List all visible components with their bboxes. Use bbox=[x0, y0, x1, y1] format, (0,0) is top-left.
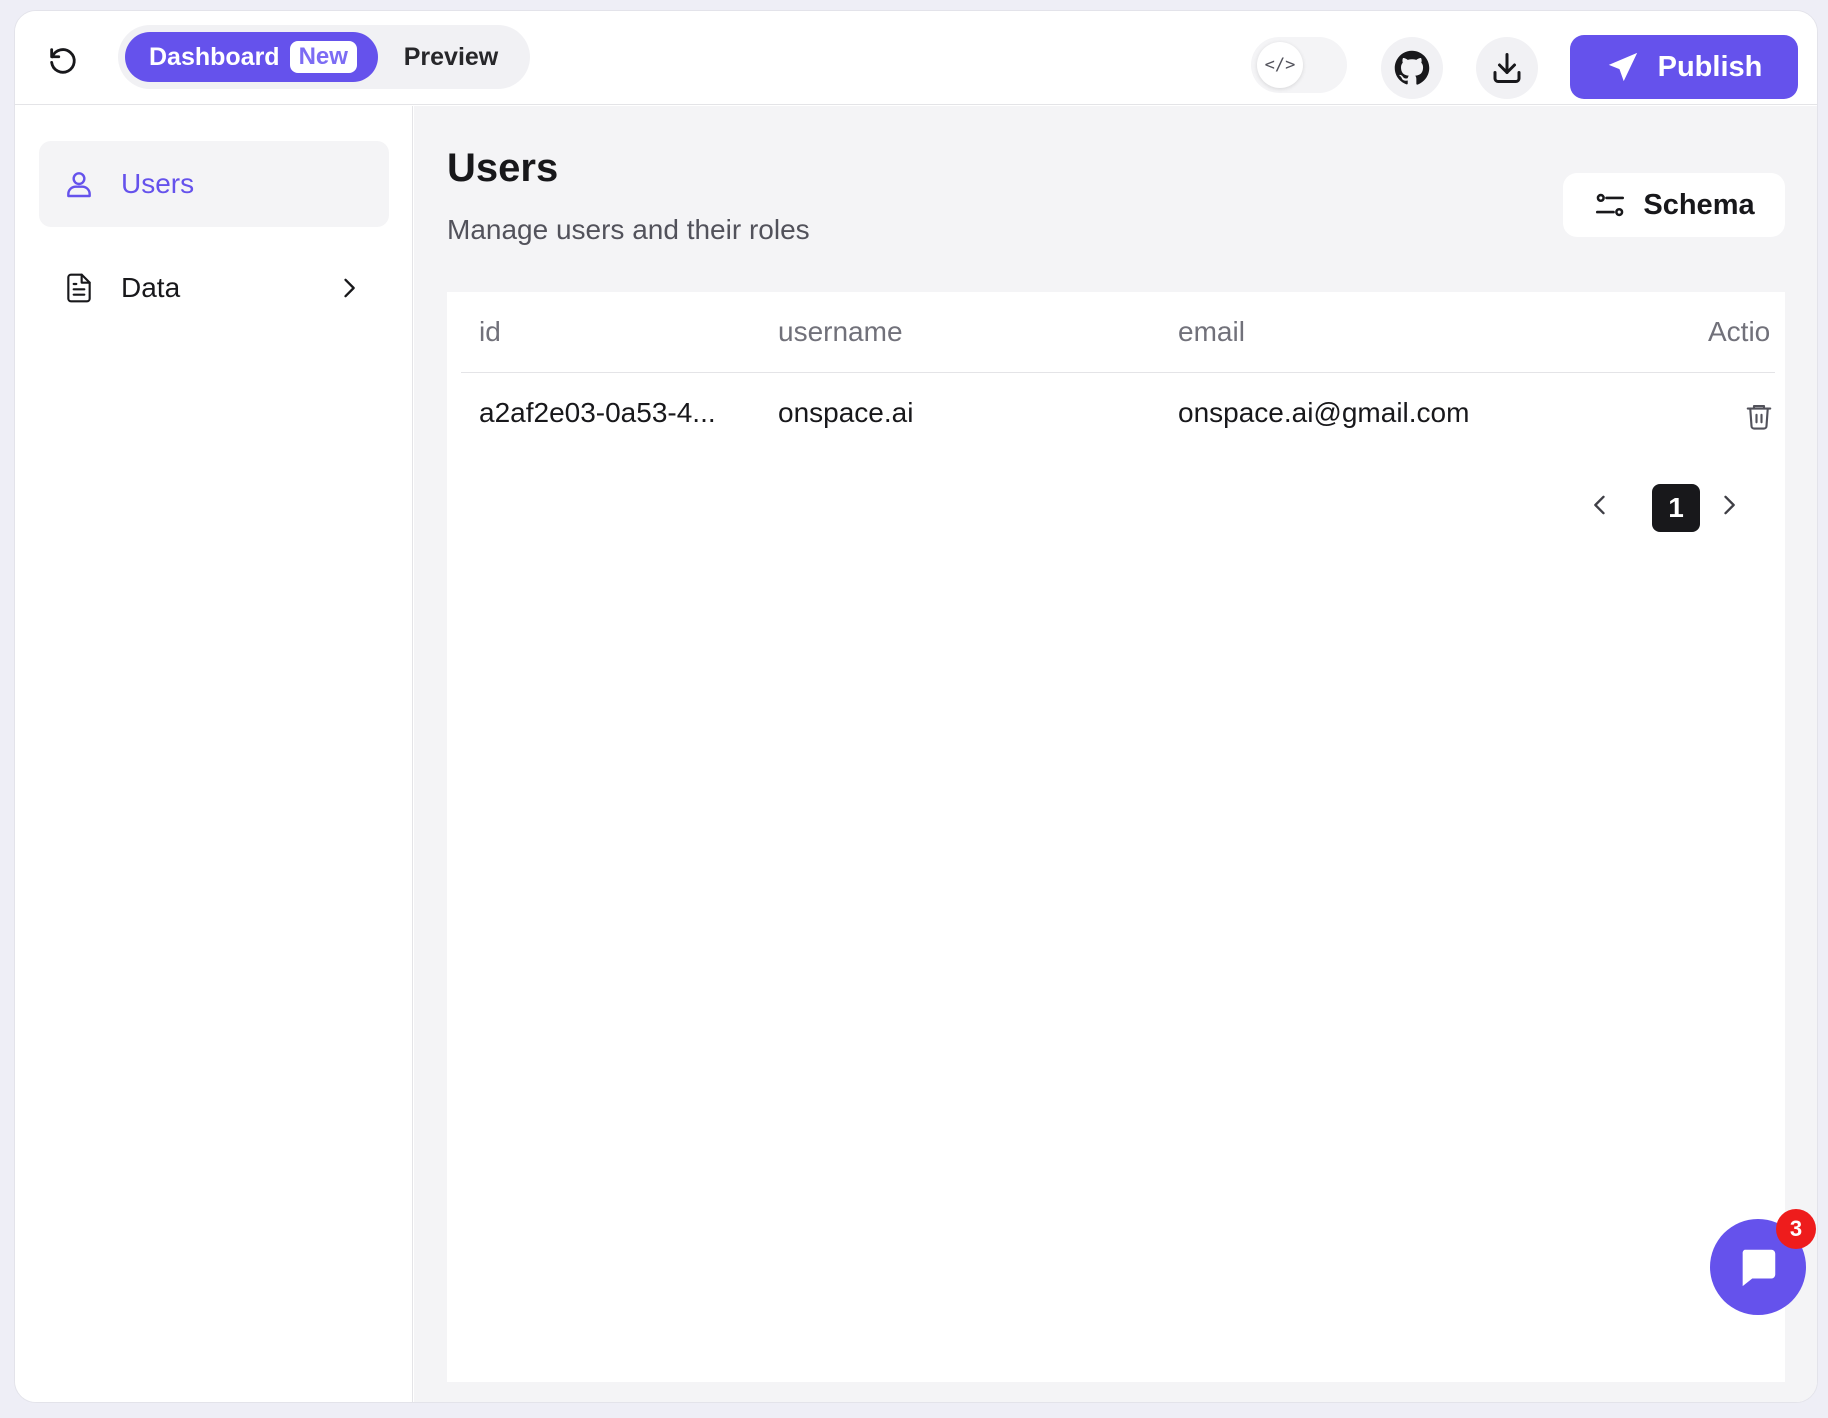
sidebar-item-label: Data bbox=[121, 272, 181, 303]
chevron-right-icon bbox=[344, 278, 355, 298]
app-window: Dashboard New Preview </> Publish Users … bbox=[14, 10, 1818, 1403]
document-icon bbox=[67, 273, 91, 303]
chevron-right-icon bbox=[1724, 495, 1735, 515]
chevron-left-icon bbox=[1594, 495, 1605, 515]
column-header-username[interactable]: username bbox=[778, 316, 903, 348]
page-subtitle: Manage users and their roles bbox=[447, 214, 810, 245]
user-icon bbox=[67, 172, 91, 198]
chat-bubble-icon bbox=[1742, 1249, 1776, 1287]
publish-button[interactable]: Publish bbox=[1570, 35, 1798, 99]
column-header-email[interactable]: email bbox=[1178, 316, 1245, 348]
preview-tab[interactable]: Preview bbox=[378, 32, 524, 82]
column-header-actions: Actio bbox=[1708, 316, 1771, 347]
refresh-icon bbox=[50, 48, 76, 74]
users-table: id username email Actio a2af2e03-0a53-4.… bbox=[447, 292, 1785, 1382]
download-icon bbox=[1493, 53, 1521, 83]
github-icon bbox=[1394, 50, 1430, 85]
schema-label: Schema bbox=[1643, 188, 1755, 221]
publish-label: Publish bbox=[1657, 50, 1763, 83]
sidebar: Users Data bbox=[15, 106, 413, 1402]
github-button[interactable] bbox=[1381, 37, 1443, 99]
sidebar-item-label: Users bbox=[121, 168, 195, 199]
cell-username: onspace.ai bbox=[778, 397, 914, 428]
pagination-next-button[interactable] bbox=[1714, 487, 1744, 523]
code-icon: </> bbox=[1257, 42, 1303, 88]
paper-plane-icon bbox=[1608, 52, 1637, 82]
new-badge: New bbox=[289, 41, 357, 73]
sidebar-item-data[interactable]: Data bbox=[39, 245, 389, 331]
column-header-id[interactable]: id bbox=[479, 316, 501, 348]
refresh-button[interactable] bbox=[43, 41, 83, 81]
delete-row-button[interactable] bbox=[1743, 399, 1775, 433]
pagination-prev-button[interactable] bbox=[1585, 487, 1615, 523]
main-content: Users Manage users and their roles Schem… bbox=[414, 106, 1817, 1402]
mode-switch: Dashboard New Preview bbox=[118, 25, 530, 89]
schema-button[interactable]: Schema bbox=[1563, 173, 1785, 237]
dashboard-tab[interactable]: Dashboard New bbox=[125, 32, 378, 82]
top-bar: Dashboard New Preview </> Publish bbox=[15, 11, 1817, 105]
page-title: Users bbox=[447, 146, 559, 190]
download-button[interactable] bbox=[1476, 37, 1538, 99]
chat-unread-badge: 3 bbox=[1776, 1209, 1816, 1249]
dashboard-tab-label: Dashboard bbox=[149, 42, 280, 71]
trash-icon bbox=[1746, 404, 1772, 430]
code-view-toggle[interactable]: </> bbox=[1251, 37, 1347, 93]
cell-id: a2af2e03-0a53-4... bbox=[479, 397, 716, 428]
sliders-icon bbox=[1596, 193, 1625, 217]
header-divider bbox=[461, 372, 1775, 373]
pagination-page-current[interactable]: 1 bbox=[1652, 484, 1700, 532]
sidebar-item-users[interactable]: Users bbox=[39, 141, 389, 227]
cell-email: onspace.ai@gmail.com bbox=[1178, 397, 1470, 428]
